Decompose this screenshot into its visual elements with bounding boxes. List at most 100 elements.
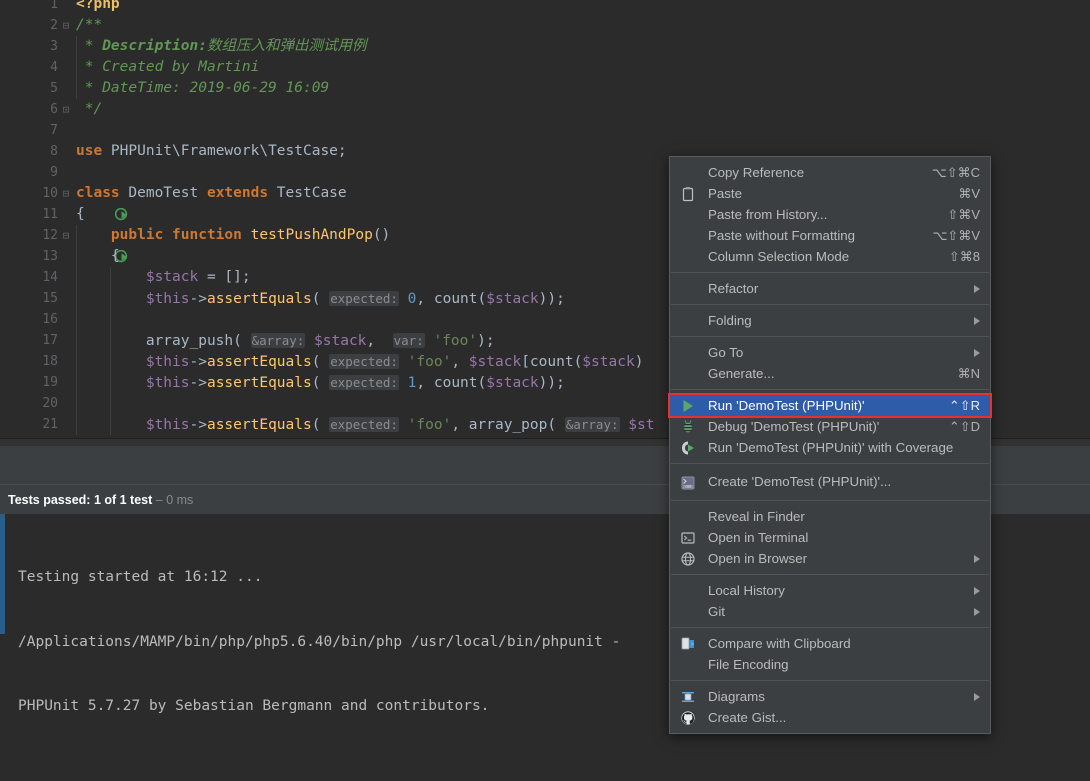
- menu-item-label: Open in Browser: [708, 551, 808, 566]
- coverage-icon: [680, 440, 696, 456]
- menu-item-paste-from-history[interactable]: Paste from History... ⇧⌘V: [670, 204, 990, 225]
- menu-item-generate[interactable]: Generate... ⌘N: [670, 363, 990, 384]
- line-number: 19: [42, 375, 58, 390]
- menu-item-label: Create 'DemoTest (PHPUnit)'...: [708, 474, 892, 489]
- fold-toggle-icon[interactable]: ⊟: [58, 15, 74, 36]
- fold-end-icon[interactable]: ⊡: [58, 99, 74, 120]
- menu-separator: [671, 574, 989, 575]
- menu-item-label: Reveal in Finder: [708, 509, 805, 524]
- menu-item-label: Debug 'DemoTest (PHPUnit)': [708, 419, 880, 434]
- line-number: 21: [42, 417, 58, 432]
- menu-item-column-selection-mode[interactable]: Column Selection Mode ⇧⌘8: [670, 246, 990, 267]
- code-text: $this->assertEquals( expected: 'foo', ar…: [145, 417, 655, 433]
- editor-context-menu[interactable]: Copy Reference ⌥⇧⌘C Paste ⌘V Paste from …: [668, 156, 992, 734]
- fold-toggle-icon[interactable]: ⊟: [58, 225, 74, 246]
- menu-item-label: Go To: [708, 345, 744, 360]
- code-line: 7: [0, 120, 1090, 141]
- line-number: 14: [42, 270, 58, 285]
- code-text: array_push( &array: $stack, var: 'foo');: [76, 333, 495, 349]
- browser-icon: [680, 551, 696, 567]
- create-config-icon: cmd: [680, 474, 696, 490]
- menu-item-compare-with-clipboard[interactable]: Compare with Clipboard: [670, 633, 990, 654]
- menu-item-label: Column Selection Mode: [708, 249, 850, 264]
- line-number: 11: [42, 207, 58, 222]
- code-text: $this->assertEquals( expected: 1, count(…: [145, 375, 565, 391]
- menu-item-label: Folding: [708, 313, 752, 328]
- debug-icon: [680, 419, 696, 435]
- menu-separator: [671, 272, 989, 273]
- menu-item-label: Paste without Formatting: [708, 228, 856, 243]
- menu-item-local-history[interactable]: Local History: [670, 580, 990, 601]
- compare-icon: [680, 636, 696, 652]
- menu-item-copy-reference[interactable]: Copy Reference ⌥⇧⌘C: [670, 162, 990, 183]
- menu-item-create-demotest-config[interactable]: cmd Create 'DemoTest (PHPUnit)'...: [670, 469, 990, 495]
- menu-separator: [671, 463, 989, 464]
- submenu-arrow-icon: [974, 586, 980, 595]
- menu-item-shortcut: ⌥⇧⌘V: [932, 228, 980, 243]
- menu-item-diagrams[interactable]: Diagrams: [670, 686, 990, 707]
- tests-status-count: 1 of 1 test: [93, 493, 153, 507]
- menu-item-create-gist[interactable]: Create Gist...: [670, 707, 990, 728]
- menu-item-folding[interactable]: Folding: [670, 310, 990, 331]
- line-number: 15: [42, 291, 58, 306]
- code-text: /**: [76, 17, 103, 33]
- code-text: class DemoTest extends TestCase: [76, 185, 347, 201]
- code-text: <?php: [76, 0, 120, 12]
- code-text: * Created by Martini: [76, 59, 260, 75]
- submenu-arrow-icon: [974, 316, 980, 325]
- menu-item-file-encoding[interactable]: File Encoding: [670, 654, 990, 675]
- menu-item-run-with-coverage[interactable]: Run 'DemoTest (PHPUnit)' with Coverage: [670, 437, 990, 458]
- menu-item-debug-demotest[interactable]: Debug 'DemoTest (PHPUnit)' ⌃⇧D: [670, 416, 990, 437]
- menu-item-git[interactable]: Git: [670, 601, 990, 622]
- submenu-arrow-icon: [974, 554, 980, 563]
- menu-item-label: Refactor: [708, 281, 759, 296]
- menu-item-shortcut: ⇧⌘V: [947, 207, 980, 222]
- menu-item-reveal-in-finder[interactable]: Reveal in Finder: [670, 506, 990, 527]
- line-number: 1: [50, 0, 58, 12]
- code-text: {: [76, 206, 85, 222]
- code-text: $this->assertEquals( expected: 'foo', $s…: [145, 354, 644, 370]
- line-number: 5: [50, 81, 58, 96]
- menu-item-run-demotest[interactable]: Run 'DemoTest (PHPUnit)' ⌃⇧R: [668, 393, 992, 418]
- menu-item-label: Copy Reference: [708, 165, 805, 180]
- paste-icon: [680, 186, 696, 202]
- submenu-arrow-icon: [974, 692, 980, 701]
- line-number: 4: [50, 60, 58, 75]
- code-text: * DateTime: 2019-06-29 16:09: [76, 80, 330, 96]
- line-number: 2: [50, 18, 58, 33]
- code-line: 6 ⊡ */: [0, 99, 1090, 120]
- submenu-arrow-icon: [974, 348, 980, 357]
- code-text: $stack = [];: [145, 269, 251, 285]
- menu-item-refactor[interactable]: Refactor: [670, 278, 990, 299]
- menu-item-label: Git: [708, 604, 725, 619]
- menu-item-label: Run 'DemoTest (PHPUnit)' with Coverage: [708, 440, 954, 455]
- menu-item-shortcut: ⇧⌘8: [948, 249, 980, 264]
- run-gutter-icon[interactable]: [28, 187, 128, 221]
- menu-item-paste[interactable]: Paste ⌘V: [670, 183, 990, 204]
- line-number: 13: [42, 249, 58, 264]
- run-gutter-icon[interactable]: [28, 229, 128, 263]
- line-number: 16: [42, 312, 58, 327]
- line-number: 3: [50, 39, 58, 54]
- line-number: 17: [42, 333, 58, 348]
- code-line: 1 <?php: [0, 0, 1090, 15]
- menu-item-label: Compare with Clipboard: [708, 636, 851, 651]
- menu-item-go-to[interactable]: Go To: [670, 342, 990, 363]
- code-text: * Description:数组压入和弹出测试用例: [76, 38, 367, 54]
- fold-toggle-icon[interactable]: ⊟: [58, 183, 74, 204]
- submenu-arrow-icon: [974, 607, 980, 616]
- line-number: 8: [50, 144, 58, 159]
- code-line: 5 * DateTime: 2019-06-29 16:09: [0, 78, 1090, 99]
- line-number: 18: [42, 354, 58, 369]
- tests-passed-status: Tests passed: 1 of 1 test – 0 ms: [8, 488, 193, 512]
- menu-item-open-in-terminal[interactable]: Open in Terminal: [670, 527, 990, 548]
- menu-item-label: File Encoding: [708, 657, 789, 672]
- code-text: public function testPushAndPop(): [110, 227, 391, 243]
- menu-item-open-in-browser[interactable]: Open in Browser: [670, 548, 990, 569]
- menu-item-paste-without-formatting[interactable]: Paste without Formatting ⌥⇧⌘V: [670, 225, 990, 246]
- tests-status-time: – 0 ms: [155, 493, 194, 507]
- code-text: use PHPUnit\Framework\TestCase;: [76, 143, 347, 159]
- menu-item-label: Paste: [708, 186, 743, 201]
- terminal-icon: [680, 530, 696, 546]
